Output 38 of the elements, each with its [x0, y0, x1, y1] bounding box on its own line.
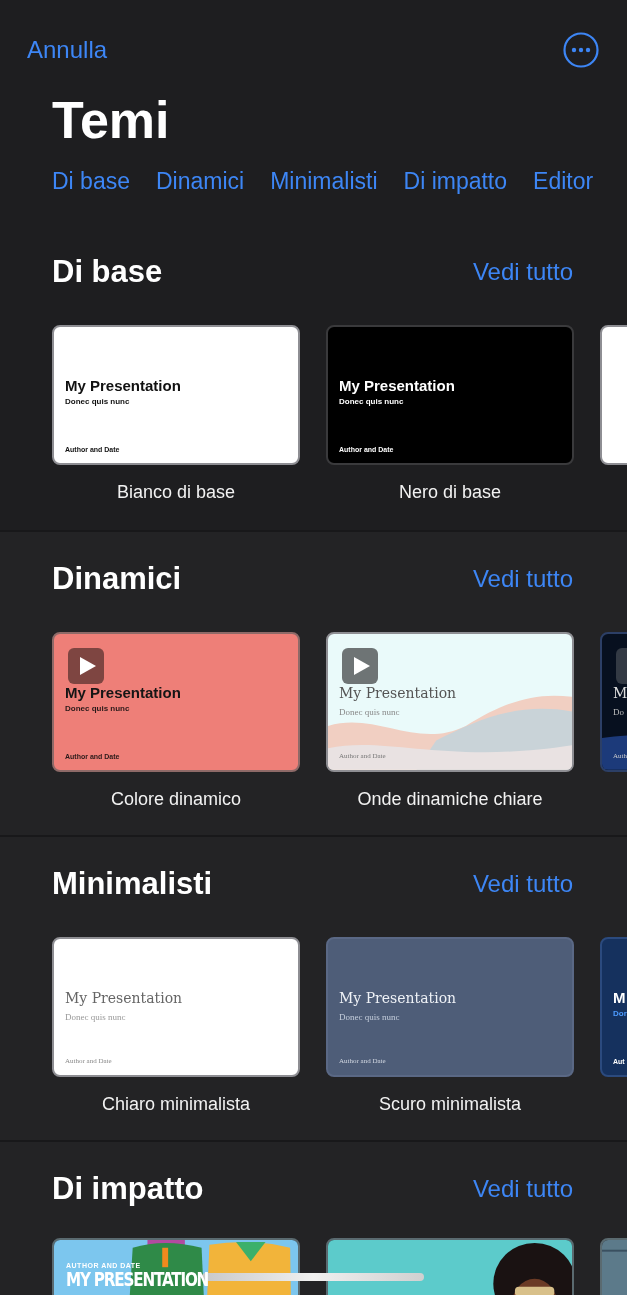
slide-subtitle: Donec quis nunc	[339, 1012, 400, 1022]
category-tab[interactable]: Minimalisti	[270, 168, 378, 195]
slide-subtitle: Dor	[613, 1009, 627, 1018]
section-title: Dinamici	[52, 561, 182, 597]
theme-name: Onde dinamiche chiare	[357, 789, 543, 810]
slide-subtitle: Donec quis nunc	[65, 397, 130, 406]
slide-subtitle: Do	[613, 707, 624, 717]
see-all-link[interactable]: Vedi tutto	[472, 870, 573, 898]
see-all-link[interactable]: Vedi tutto	[472, 258, 573, 286]
cancel-button[interactable]: Annulla	[27, 36, 108, 64]
slide-subtitle: Donec quis nunc	[65, 704, 130, 713]
theme-name: Bianco di base	[116, 482, 236, 503]
slide-subtitle: Donec quis nunc	[65, 1012, 126, 1022]
slide-title: My Presentation	[65, 684, 181, 702]
page-title: Temi	[52, 90, 171, 150]
section-title: Di impatto	[52, 1171, 204, 1207]
slide-title: M	[613, 989, 626, 1007]
theme-name: Chiaro minimalista	[101, 1094, 250, 1115]
see-all-link[interactable]: Vedi tutto	[472, 565, 573, 593]
more-icon[interactable]	[563, 32, 599, 68]
theme-name: Scuro minimalista	[378, 1094, 521, 1115]
slide-subtitle: Donec quis nunc	[339, 397, 404, 406]
category-tab[interactable]: Editor	[533, 168, 594, 195]
slide-title: My Presentation	[65, 377, 181, 395]
slide-title: My Presentation	[339, 989, 457, 1007]
slide-title: My Presentation	[339, 684, 457, 702]
slide-title: My Presentation	[339, 377, 455, 395]
category-tab[interactable]: Di base	[52, 168, 130, 195]
section-title: Di base	[52, 254, 163, 290]
category-tab[interactable]: Dinamici	[156, 168, 245, 195]
theme-name: Nero di base	[398, 482, 502, 503]
section-title: Minimalisti	[52, 866, 213, 902]
slide-title: M	[613, 684, 627, 702]
slide-subtitle: Donec quis nunc	[339, 707, 400, 717]
theme-name: Colore dinamico	[110, 789, 242, 810]
slide-title: My Presentation	[65, 989, 183, 1007]
category-tab[interactable]: Di impatto	[403, 168, 508, 195]
see-all-link[interactable]: Vedi tutto	[472, 1175, 573, 1203]
